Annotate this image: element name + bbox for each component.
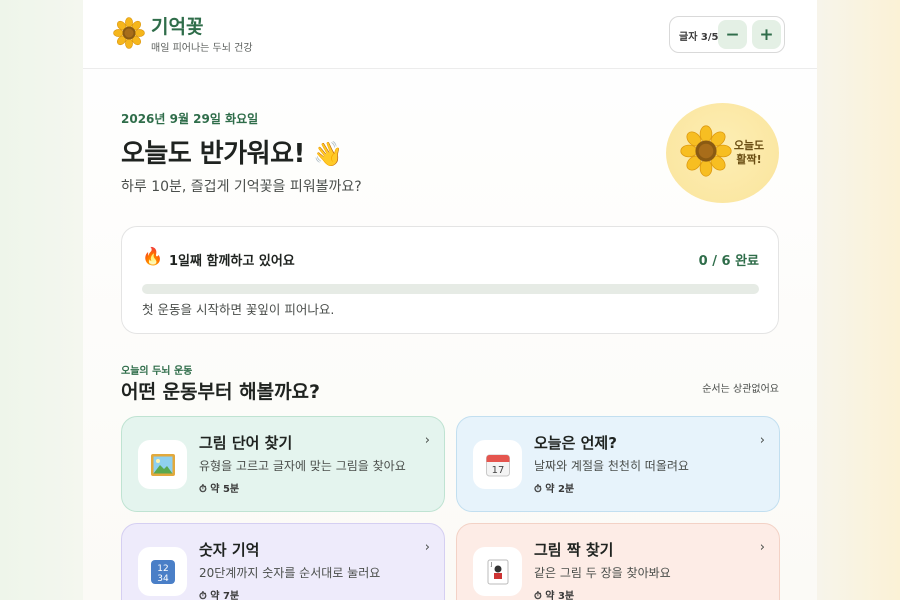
decrease-font-button[interactable]: −: [718, 20, 747, 49]
brand-name: 기억꽃: [151, 16, 204, 38]
exercise-description: 같은 그림 두 장을 찾아봐요: [534, 566, 671, 580]
progress-hint: 첫 운동을 시작하면 꽃잎이 피어나요.: [142, 302, 335, 317]
today-date: 2026년 9월 29일 화요일: [121, 112, 259, 126]
section-title: 어떤 운동부터 해볼까요?: [121, 381, 321, 403]
exercise-title: 그림 짝 찾기: [534, 541, 614, 559]
calendar-icon: 17: [473, 440, 522, 489]
exercise-duration: ⏱ 약 7분: [199, 591, 240, 600]
completion-count: 0 / 6 완료: [698, 254, 759, 269]
svg-text:12: 12: [157, 564, 168, 574]
exercise-card-today-when[interactable]: 17 오늘은 언제? 날짜와 계절을 천천히 떠올려요 ⏱ 약 2분 ›: [456, 416, 780, 512]
chevron-right-icon: ›: [759, 540, 765, 555]
increase-font-button[interactable]: +: [752, 20, 781, 49]
exercise-description: 유형을 고르고 글자에 맞는 그림을 찾아요: [199, 459, 406, 473]
exercise-description: 20단계까지 숫자를 순서대로 눌러요: [199, 566, 381, 580]
chevron-right-icon: ›: [759, 433, 765, 448]
font-size-control: 글자 3/5 − +: [669, 16, 785, 53]
exercise-description: 날짜와 계절을 천천히 떠올려요: [534, 459, 689, 473]
app-page: 기억꽃 매일 피어나는 두뇌 건강 글자 3/5 − + 2026년 9월 29…: [83, 0, 817, 600]
exercise-duration: ⏱ 약 3분: [534, 591, 575, 600]
picture-frame-icon: [138, 440, 187, 489]
svg-text:J: J: [490, 562, 492, 568]
font-size-label: 글자 3/5: [679, 32, 719, 43]
exercise-duration: ⏱ 약 2분: [534, 484, 575, 495]
svg-text:34: 34: [157, 574, 169, 584]
section-eyebrow: 오늘의 두뇌 운동: [121, 366, 193, 377]
chevron-right-icon: ›: [424, 540, 430, 555]
exercise-title: 숫자 기억: [199, 541, 260, 559]
exercise-card-picture-word[interactable]: 그림 단어 찾기 유형을 고르고 글자에 맞는 그림을 찾아요 ⏱ 약 5분 ›: [121, 416, 445, 512]
exercise-title: 그림 단어 찾기: [199, 434, 293, 452]
exercise-title: 오늘은 언제?: [534, 434, 617, 452]
chevron-right-icon: ›: [424, 433, 430, 448]
progress-card: 🔥 1일째 함께하고 있어요 0 / 6 완료 첫 운동을 시작하면 꽃잎이 피…: [121, 226, 779, 334]
svg-text:17: 17: [491, 465, 504, 476]
playing-card-icon: J: [473, 547, 522, 596]
brand-tagline: 매일 피어나는 두뇌 건강: [151, 43, 253, 54]
daily-flower-badge: 오늘도 활짝!: [666, 103, 779, 203]
app-header: 기억꽃 매일 피어나는 두뇌 건강 글자 3/5 − +: [83, 0, 817, 69]
sunflower-icon: [680, 125, 732, 177]
waving-hand-icon: 👋: [313, 140, 343, 168]
exercise-card-picture-pair[interactable]: J 그림 짝 찾기 같은 그림 두 장을 찾아봐요 ⏱ 약 3분 ›: [456, 523, 780, 600]
sunflower-logo-icon: [113, 17, 145, 49]
greeting-subline: 하루 10분, 즐겁게 기억꽃을 피워볼까요?: [121, 179, 362, 195]
fire-icon: 🔥: [142, 247, 164, 267]
greeting-text: 오늘도 반가워요!: [121, 139, 305, 169]
number-keys-icon: 12 34: [138, 547, 187, 596]
section-note: 순서는 상관없어요: [702, 384, 779, 395]
greeting-title: 오늘도 반가워요! 👋: [121, 133, 343, 170]
streak-label: 1일째 함께하고 있어요: [169, 254, 295, 269]
badge-text: 오늘도 활짝!: [733, 139, 765, 166]
exercise-card-number-memory[interactable]: 12 34 숫자 기억 20단계까지 숫자를 순서대로 눌러요 ⏱ 약 7분 ›: [121, 523, 445, 600]
exercise-duration: ⏱ 약 5분: [199, 484, 240, 495]
progress-bar: [142, 284, 759, 294]
